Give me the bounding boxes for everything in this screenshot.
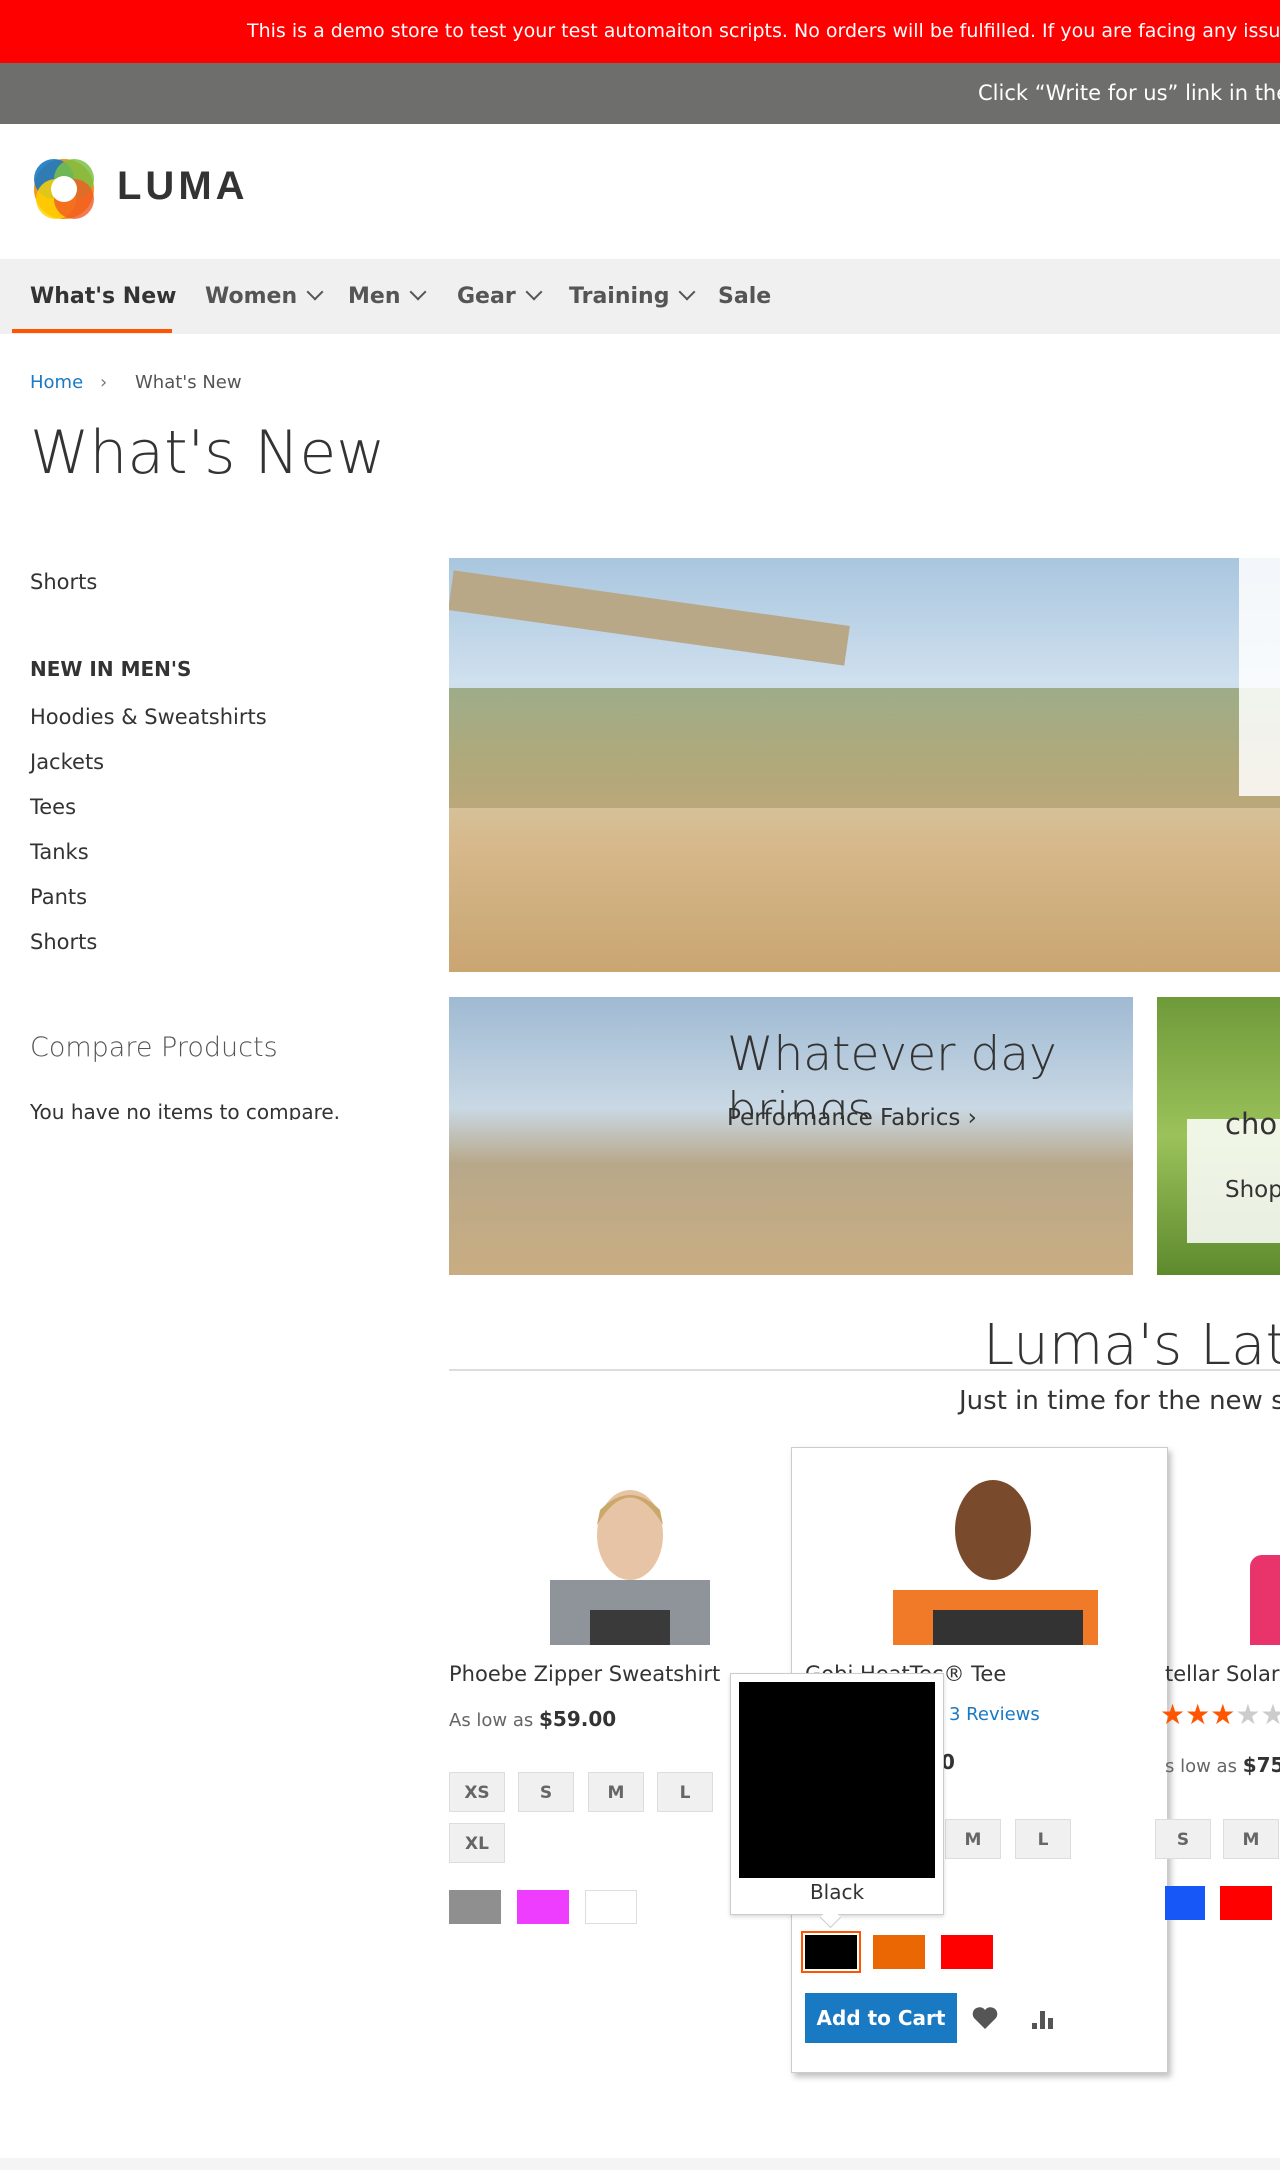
nav-label: Sale (718, 284, 772, 309)
nav-item-women[interactable]: Women (205, 259, 324, 334)
color-swatch-black[interactable] (801, 1931, 861, 1973)
price-phoebe: As low as $59.00 (449, 1707, 616, 1731)
product-photo-woman (550, 1490, 710, 1645)
promo-heading-line1: Whatever day (727, 1027, 1057, 1082)
price-value: $59.00 (539, 1707, 617, 1731)
color-swatch-orange[interactable] (873, 1935, 925, 1969)
chevron-down-icon (678, 283, 696, 301)
sidebar-item-hoodies[interactable]: Hoodies & Sweatshirts (30, 705, 267, 729)
grass-shape (449, 688, 1280, 808)
sidebar-item-jackets[interactable]: Jackets (30, 750, 104, 774)
product-name-phoebe[interactable]: Phoebe Zipper Sweatshirt (449, 1662, 720, 1686)
nav-label: What's New (30, 284, 177, 309)
nav-item-men[interactable]: Men (348, 259, 427, 334)
write-for-us-banner: Click “Write for us” link in the fo (0, 63, 1280, 124)
chevron-down-icon (409, 283, 427, 301)
fence-shape (449, 570, 850, 666)
demo-notice-banner: This is a demo store to test your test a… (0, 0, 1280, 63)
product-image-stellar[interactable] (1250, 1555, 1280, 1645)
hero-banner-image[interactable] (449, 558, 1280, 972)
color-swatch-gray[interactable] (449, 1890, 501, 1924)
hero-overlay-panel (1239, 558, 1280, 796)
size-option-m[interactable]: M (1223, 1819, 1279, 1859)
breadcrumb-current: What's New (135, 372, 242, 393)
section-divider (449, 1369, 1280, 1371)
sidebar-item-shorts[interactable]: Shorts (30, 570, 97, 594)
luma-logo-icon[interactable] (30, 155, 98, 223)
swatch-tooltip: Black (730, 1673, 944, 1929)
nav-label: Gear (457, 284, 516, 309)
chevron-down-icon (306, 283, 324, 301)
promo-secondary-link[interactable]: Shop (1225, 1177, 1280, 1203)
color-swatch-blue[interactable] (1165, 1886, 1205, 1920)
nav-item-sale[interactable]: Sale (718, 259, 771, 334)
footer-strip (0, 2158, 1280, 2170)
size-option-s[interactable]: S (518, 1772, 574, 1812)
main-nav: What's New Women Men Gear Training Sale (0, 259, 1280, 334)
color-swatch-white[interactable] (585, 1890, 637, 1924)
latest-section-subtitle: Just in time for the new se (959, 1386, 1280, 1416)
color-swatch-purple[interactable] (517, 1890, 569, 1924)
price-value: $75.0 (1242, 1753, 1280, 1777)
demo-notice-text: This is a demo store to test your test a… (247, 20, 1280, 42)
product-reviews-link[interactable]: 3 Reviews (949, 1704, 1040, 1725)
promo-secondary-text: cho (1225, 1107, 1278, 1141)
product-image-phoebe[interactable] (540, 1470, 720, 1645)
add-to-cart-button[interactable]: Add to Cart (805, 1993, 957, 2043)
promo-secondary[interactable]: cho Shop (1157, 997, 1280, 1275)
sidebar-item-tanks[interactable]: Tanks (30, 840, 89, 864)
price-label: As low as (449, 1710, 534, 1731)
breadcrumb-separator-icon: › (100, 372, 108, 393)
product-photo-man (893, 1480, 1098, 1645)
nav-item-training[interactable]: Training (569, 259, 696, 334)
size-option-m[interactable]: M (945, 1819, 1001, 1859)
sidebar-item-tees[interactable]: Tees (30, 795, 76, 819)
promo-link[interactable]: Performance Fabrics › (727, 1105, 977, 1131)
swatch-preview (739, 1682, 935, 1878)
size-option-l[interactable]: L (657, 1772, 713, 1812)
wishlist-heart-icon[interactable] (971, 2005, 999, 2031)
page-title: What's New (30, 418, 386, 488)
nav-label: Men (348, 284, 401, 309)
price-label: s low as (1165, 1756, 1237, 1777)
compare-empty-message: You have no items to compare. (30, 1100, 341, 1120)
size-option-s[interactable]: S (1155, 1819, 1211, 1859)
breadcrumb-home[interactable]: Home (30, 372, 83, 393)
product-name-stellar[interactable]: tellar Solar J (1165, 1662, 1280, 1686)
color-swatch-red[interactable] (1220, 1886, 1272, 1920)
compare-chart-icon[interactable] (1030, 2005, 1056, 2031)
size-option-xl[interactable]: XL (449, 1823, 505, 1863)
compare-products-title: Compare Products (30, 1032, 278, 1063)
sidebar-item-pants[interactable]: Pants (30, 885, 87, 909)
nav-label: Women (205, 284, 298, 309)
product-image-gobi[interactable] (893, 1470, 1098, 1645)
nav-item-whats-new[interactable]: What's New (30, 259, 176, 334)
active-nav-indicator (12, 329, 172, 333)
size-option-m[interactable]: M (588, 1772, 644, 1812)
price-stellar: s low as $75.0 (1165, 1753, 1280, 1777)
nav-item-gear[interactable]: Gear (457, 259, 543, 334)
promo-performance-fabrics[interactable]: Whatever day brings Performance Fabrics … (449, 997, 1133, 1275)
color-swatch-red[interactable] (941, 1935, 993, 1969)
sidebar-heading-mens: NEW IN MEN'S (30, 657, 192, 681)
size-option-xs[interactable]: XS (449, 1772, 505, 1812)
rating-stars: ★★★★★ (1160, 1698, 1280, 1731)
sidebar-item-mens-shorts[interactable]: Shorts (30, 930, 97, 954)
size-option-l[interactable]: L (1015, 1819, 1071, 1859)
nav-label: Training (569, 284, 670, 309)
brand-name[interactable]: LUMA (117, 164, 249, 209)
chevron-down-icon (525, 283, 543, 301)
write-for-us-text: Click “Write for us” link in the fo (978, 81, 1280, 105)
swatch-tooltip-label: Black (809, 1880, 865, 1904)
